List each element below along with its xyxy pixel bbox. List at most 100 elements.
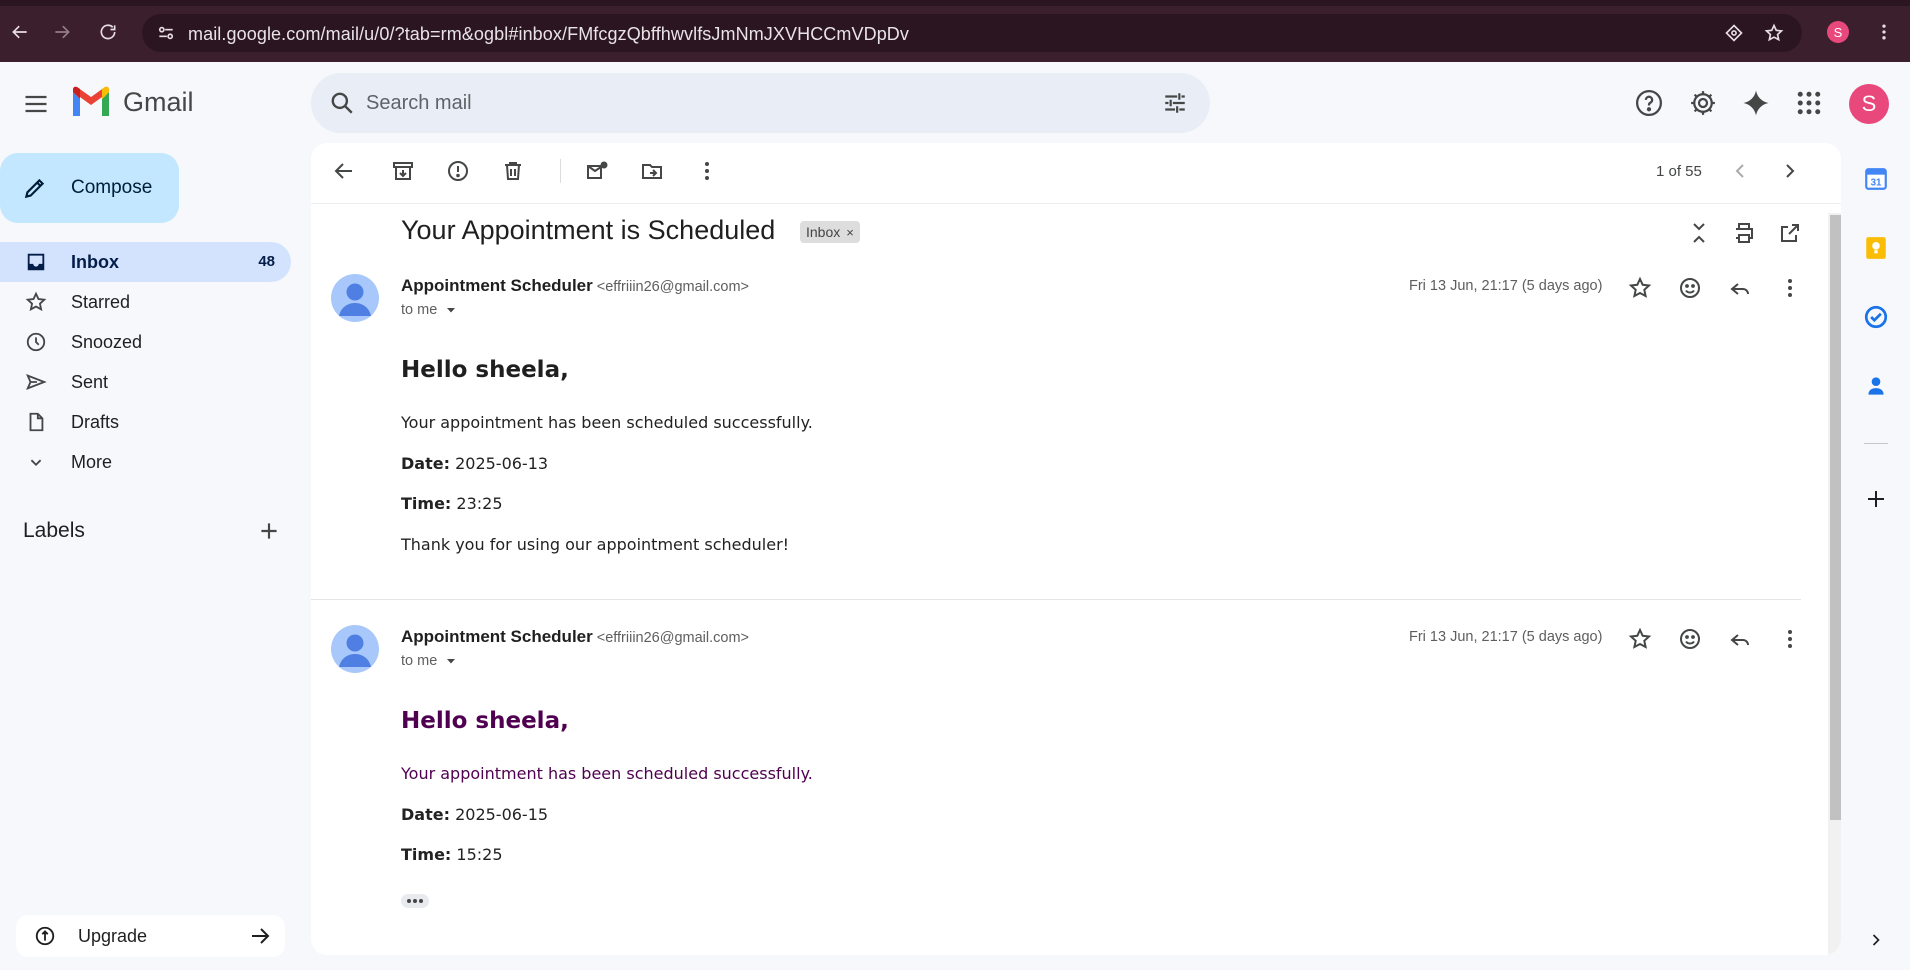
- search-bar[interactable]: [311, 73, 1210, 133]
- reply-icon[interactable]: [1728, 276, 1752, 300]
- calendar-icon: 31: [1865, 168, 1887, 190]
- email-greeting: Hello sheela,: [401, 708, 569, 734]
- sidebar-item-more[interactable]: More: [0, 442, 291, 482]
- email-message: Appointment Scheduler <effriiin26@gmail.c…: [311, 274, 1801, 594]
- person-icon: [339, 634, 371, 667]
- arrow-left-icon: [12, 25, 27, 39]
- site-settings-icon[interactable]: [156, 23, 176, 43]
- upgrade-button[interactable]: Upgrade: [16, 915, 285, 957]
- help-icon[interactable]: [1634, 88, 1664, 118]
- date-value: 2025-06-13: [455, 454, 549, 473]
- caret-down-icon[interactable]: [445, 655, 457, 667]
- chevron-down-icon: [30, 459, 42, 467]
- add-label-icon[interactable]: [256, 518, 282, 544]
- star-icon: [25, 291, 47, 312]
- recipient-line[interactable]: to me: [401, 653, 457, 669]
- older-chevron-icon[interactable]: [1778, 159, 1802, 183]
- person-icon: [339, 283, 371, 316]
- account-avatar[interactable]: S: [1849, 84, 1889, 124]
- compose-label: Compose: [71, 177, 153, 198]
- sender-line: Appointment Scheduler <effriiin26@gmail.c…: [401, 276, 749, 296]
- keep-bulb-icon: [1866, 237, 1886, 259]
- inbox-label-chip[interactable]: Inbox ×: [800, 221, 860, 243]
- labels-heading: Labels: [23, 519, 85, 542]
- calendar-app-button[interactable]: 31: [1862, 165, 1890, 193]
- more-actions-icon[interactable]: [695, 159, 719, 183]
- recipient-line[interactable]: to me: [401, 302, 457, 318]
- bookmark-star-icon[interactable]: [1764, 23, 1784, 43]
- sidebar-item-snoozed[interactable]: Snoozed: [0, 322, 291, 362]
- recipient-text: to me: [401, 653, 438, 669]
- compose-button[interactable]: Compose: [0, 153, 179, 223]
- email-greeting: Hello sheela,: [401, 357, 569, 383]
- sidebar-item-starred[interactable]: Starred: [0, 282, 291, 322]
- browser-menu-icon[interactable]: [1874, 21, 1894, 43]
- emoji-reaction-icon[interactable]: [1678, 627, 1702, 651]
- message-date: Fri 13 Jun, 21:17 (5 days ago): [1409, 629, 1603, 645]
- pagination-text: 1 of 55: [1656, 163, 1702, 180]
- browser-forward-button[interactable]: [50, 20, 74, 44]
- emoji-reaction-icon[interactable]: [1678, 276, 1702, 300]
- lens-icon[interactable]: [1724, 23, 1744, 43]
- scrollbar-thumb[interactable]: [1830, 215, 1841, 820]
- search-options-icon[interactable]: [1162, 90, 1188, 116]
- move-to-icon[interactable]: [640, 159, 664, 183]
- sender-name[interactable]: Appointment Scheduler: [401, 276, 593, 295]
- collapse-all-icon[interactable]: [1687, 221, 1711, 245]
- sender-line: Appointment Scheduler <effriiin26@gmail.c…: [401, 627, 749, 647]
- caret-down-icon[interactable]: [445, 304, 457, 316]
- side-panel-divider: [1864, 443, 1888, 444]
- address-bar[interactable]: mail.google.com/mail/u/0/?tab=rm&ogbl#in…: [142, 14, 1802, 52]
- email-body-line: Your appointment has been scheduled succ…: [401, 764, 813, 783]
- sender-name[interactable]: Appointment Scheduler: [401, 627, 593, 646]
- remove-label-icon[interactable]: ×: [846, 225, 854, 240]
- browser-reload-button[interactable]: [96, 20, 120, 44]
- message-more-icon[interactable]: [1778, 276, 1802, 300]
- browser-back-button[interactable]: [8, 20, 32, 44]
- apps-grid-icon[interactable]: [1794, 88, 1824, 118]
- sidebar-item-sent[interactable]: Sent: [0, 362, 291, 402]
- hide-side-panel-button[interactable]: [1862, 926, 1890, 954]
- star-icon[interactable]: [1628, 276, 1652, 300]
- chevron-right-icon: [1872, 934, 1880, 946]
- reply-icon[interactable]: [1728, 627, 1752, 651]
- browser-profile-avatar[interactable]: S: [1827, 21, 1849, 43]
- mark-unread-icon[interactable]: [585, 159, 609, 183]
- sender-avatar[interactable]: [331, 274, 379, 322]
- open-new-window-icon[interactable]: [1778, 221, 1802, 245]
- toolbar-separator: [560, 159, 561, 183]
- get-addons-button[interactable]: [1862, 485, 1890, 513]
- message-more-icon[interactable]: [1778, 627, 1802, 651]
- search-input[interactable]: [366, 73, 1126, 133]
- sidebar-item-inbox[interactable]: Inbox 48: [0, 242, 291, 282]
- url-text[interactable]: mail.google.com/mail/u/0/?tab=rm&ogbl#in…: [188, 24, 909, 45]
- message-date: Fri 13 Jun, 21:17 (5 days ago): [1409, 278, 1603, 294]
- sidebar-item-label: Inbox: [71, 252, 119, 272]
- back-to-inbox-icon[interactable]: [332, 159, 356, 183]
- date-label: Date:: [401, 454, 450, 473]
- keep-app-button[interactable]: [1862, 234, 1890, 262]
- print-icon[interactable]: [1732, 221, 1756, 245]
- email-message: Appointment Scheduler <effriiin26@gmail.c…: [311, 625, 1801, 955]
- main-menu-icon[interactable]: [22, 90, 50, 118]
- report-spam-icon[interactable]: [446, 159, 470, 183]
- star-icon[interactable]: [1628, 627, 1652, 651]
- search-icon[interactable]: [329, 90, 355, 116]
- upgrade-label: Upgrade: [78, 926, 148, 946]
- newer-chevron-icon[interactable]: [1728, 159, 1752, 183]
- recipient-text: to me: [401, 302, 438, 318]
- sidebar-item-drafts[interactable]: Drafts: [0, 402, 291, 442]
- gemini-sparkle-icon[interactable]: [1741, 88, 1771, 118]
- message-view: 1 of 55 Your Appointment is Scheduled In…: [311, 143, 1841, 955]
- appointment-time: Time: 23:25: [401, 494, 503, 513]
- browser-tab-strip: [0, 0, 1910, 6]
- show-trimmed-content-button[interactable]: [401, 894, 429, 908]
- settings-gear-icon[interactable]: [1688, 88, 1718, 118]
- archive-icon[interactable]: [391, 159, 415, 183]
- gmail-logo-icon[interactable]: [70, 86, 112, 120]
- unread-count: 48: [258, 253, 275, 270]
- delete-icon[interactable]: [501, 159, 525, 183]
- sender-avatar[interactable]: [331, 625, 379, 673]
- contacts-app-button[interactable]: [1862, 372, 1890, 400]
- tasks-app-button[interactable]: [1862, 303, 1890, 331]
